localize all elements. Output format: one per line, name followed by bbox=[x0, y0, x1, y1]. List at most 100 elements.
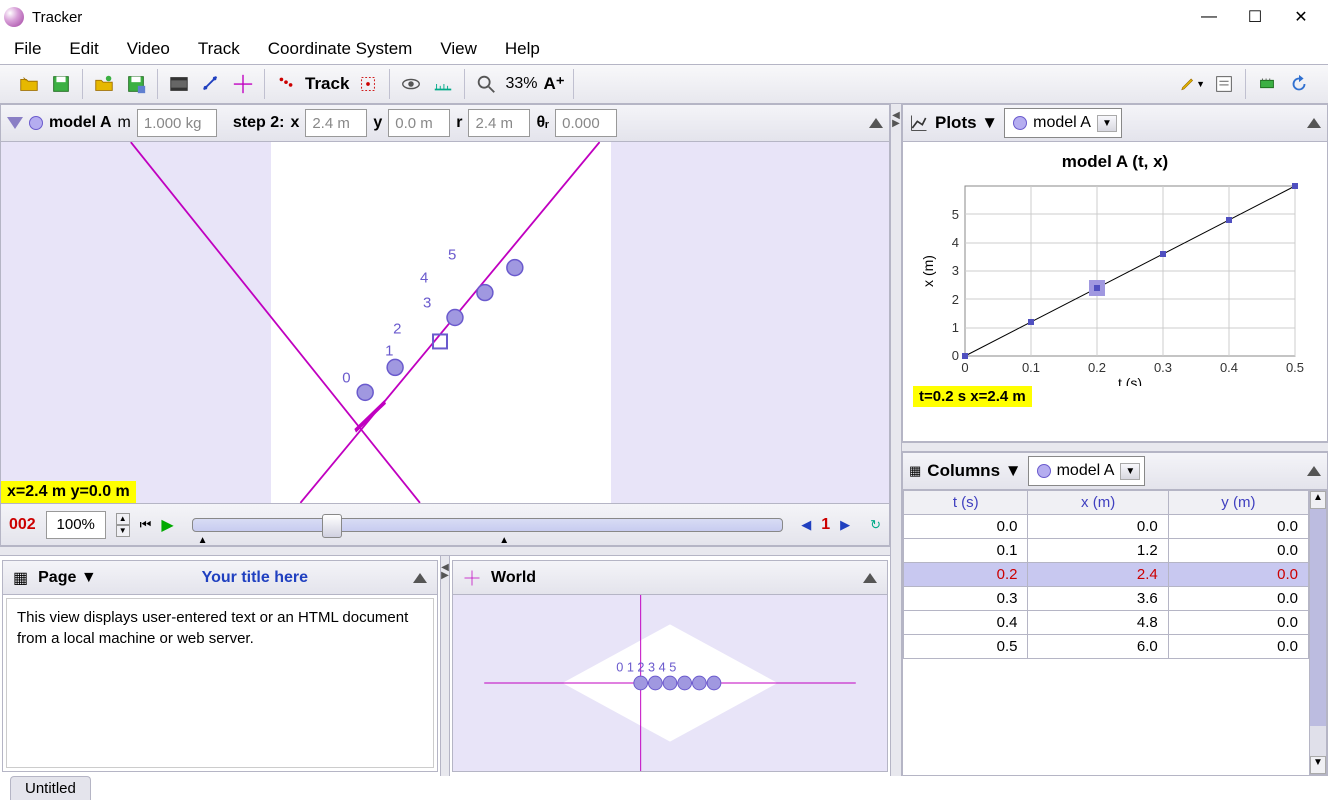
plot-icon bbox=[909, 113, 929, 133]
visibility-icon[interactable] bbox=[398, 71, 424, 97]
menubar: File Edit Video Track Coordinate System … bbox=[0, 34, 1328, 64]
open-project-icon[interactable] bbox=[91, 71, 117, 97]
menu-help[interactable]: Help bbox=[491, 35, 554, 63]
page-view-panel: ▦ Page ▼ Your title here This view displ… bbox=[2, 560, 438, 772]
track-name[interactable]: model A bbox=[49, 114, 112, 132]
new-track-icon[interactable] bbox=[273, 71, 299, 97]
world-label[interactable]: World bbox=[491, 569, 536, 587]
open-icon[interactable] bbox=[16, 71, 42, 97]
svg-text:2: 2 bbox=[393, 320, 401, 337]
plots-dropdown[interactable]: Plots ▼ bbox=[935, 113, 998, 133]
axes-icon[interactable] bbox=[230, 71, 256, 97]
plot-collapse-icon[interactable] bbox=[1307, 118, 1321, 128]
track-button[interactable]: Track bbox=[305, 74, 349, 94]
calibration-icon[interactable] bbox=[198, 71, 224, 97]
x-input[interactable] bbox=[305, 109, 367, 137]
play-button[interactable]: ▶ bbox=[161, 515, 173, 535]
table-row[interactable]: 0.56.00.0 bbox=[904, 635, 1309, 659]
main-splitter[interactable]: ◀▶ bbox=[890, 104, 902, 776]
plot-xlabel: t (s) bbox=[1118, 375, 1142, 386]
menu-video[interactable]: Video bbox=[113, 35, 184, 63]
zoom-level[interactable]: 33% bbox=[505, 75, 537, 93]
pencil-icon[interactable]: ▼ bbox=[1179, 71, 1205, 97]
document-tab[interactable]: Untitled bbox=[10, 776, 91, 800]
y-input[interactable] bbox=[388, 109, 450, 137]
svg-text:1: 1 bbox=[385, 342, 393, 359]
timeline-slider[interactable]: ▲ ▲ bbox=[192, 518, 784, 532]
loop-button[interactable]: ↻ bbox=[870, 517, 881, 533]
menu-track[interactable]: Track bbox=[184, 35, 254, 63]
page-title[interactable]: Your title here bbox=[107, 569, 403, 587]
step-back-button[interactable]: ◀ bbox=[801, 517, 811, 533]
columns-dropdown[interactable]: Columns ▼ bbox=[927, 461, 1021, 481]
frame-number: 002 bbox=[9, 516, 36, 534]
svg-text:3: 3 bbox=[952, 263, 959, 278]
ruler-icon[interactable] bbox=[430, 71, 456, 97]
play-rate[interactable]: 100% bbox=[46, 511, 106, 539]
refresh-icon[interactable] bbox=[1286, 71, 1312, 97]
step-fwd-button[interactable]: ▶ bbox=[840, 517, 850, 533]
table-row[interactable]: 0.44.80.0 bbox=[904, 611, 1309, 635]
rewind-button[interactable]: ⏮ bbox=[140, 517, 152, 533]
bottom-splitter[interactable]: ◀▶ bbox=[440, 556, 450, 776]
close-button[interactable]: ✕ bbox=[1278, 1, 1324, 33]
track-dropdown-icon[interactable] bbox=[7, 117, 23, 129]
page-dropdown[interactable]: Page ▼ bbox=[38, 569, 97, 587]
collapse-icon[interactable] bbox=[869, 118, 883, 128]
track-control-bar: model A m step 2: x y r θᵣ bbox=[0, 104, 890, 142]
svg-text:0.2: 0.2 bbox=[1088, 360, 1106, 375]
r-input[interactable] bbox=[468, 109, 530, 137]
autotracker-icon[interactable] bbox=[355, 71, 381, 97]
svg-text:0.4: 0.4 bbox=[1220, 360, 1238, 375]
table-row-selected[interactable]: 0.22.40.0 bbox=[904, 563, 1309, 587]
horizontal-splitter[interactable] bbox=[0, 546, 890, 556]
svg-text:5: 5 bbox=[952, 207, 959, 222]
plot-view[interactable]: model A (t, x) bbox=[902, 142, 1328, 442]
save-icon[interactable] bbox=[48, 71, 74, 97]
notes-icon[interactable] bbox=[1211, 71, 1237, 97]
table-row[interactable]: 0.11.20.0 bbox=[904, 539, 1309, 563]
world-collapse-icon[interactable] bbox=[863, 573, 877, 583]
save-project-icon[interactable] bbox=[123, 71, 149, 97]
window-titlebar: Tracker — ☐ ✕ bbox=[0, 0, 1328, 34]
svg-text:0.3: 0.3 bbox=[1154, 360, 1172, 375]
table-row[interactable]: 0.33.60.0 bbox=[904, 587, 1309, 611]
rate-spinner[interactable]: ▲▼ bbox=[116, 513, 130, 537]
page-collapse-icon[interactable] bbox=[413, 573, 427, 583]
table-row[interactable]: 0.00.00.0 bbox=[904, 515, 1309, 539]
page-content[interactable]: This view displays user-entered text or … bbox=[6, 598, 434, 768]
svg-text:4: 4 bbox=[952, 235, 959, 250]
menu-coord[interactable]: Coordinate System bbox=[254, 35, 427, 63]
col-header-x[interactable]: x (m) bbox=[1028, 491, 1168, 515]
svg-text:0 1 2 3 4 5: 0 1 2 3 4 5 bbox=[616, 659, 676, 674]
menu-file[interactable]: File bbox=[8, 35, 55, 63]
track-marker-icon bbox=[29, 116, 43, 130]
maximize-button[interactable]: ☐ bbox=[1232, 1, 1278, 33]
clip-settings-icon[interactable] bbox=[166, 71, 192, 97]
zoom-icon[interactable] bbox=[473, 71, 499, 97]
table-collapse-icon[interactable] bbox=[1307, 466, 1321, 476]
svg-text:0: 0 bbox=[961, 360, 968, 375]
main-video-view[interactable]: 0 1 2 3 4 5 x=2.4 m y=0.0 m bbox=[0, 142, 890, 504]
tab-bar: Untitled bbox=[0, 776, 1328, 800]
app-icon bbox=[4, 7, 24, 27]
minimize-button[interactable]: — bbox=[1186, 1, 1232, 33]
menu-view[interactable]: View bbox=[426, 35, 491, 63]
font-size-button[interactable]: A⁺ bbox=[543, 74, 564, 94]
mass-input[interactable] bbox=[137, 109, 217, 137]
x-label: x bbox=[290, 114, 299, 132]
right-splitter[interactable] bbox=[902, 442, 1328, 452]
plot-track-selector[interactable]: model A▼ bbox=[1004, 108, 1122, 138]
col-header-t[interactable]: t (s) bbox=[904, 491, 1028, 515]
menu-edit[interactable]: Edit bbox=[55, 35, 112, 63]
table-track-selector[interactable]: model A▼ bbox=[1028, 456, 1146, 486]
memory-icon[interactable] bbox=[1254, 71, 1280, 97]
svg-text:4: 4 bbox=[420, 270, 428, 287]
world-view[interactable]: 0 1 2 3 4 5 bbox=[453, 595, 887, 771]
world-view-panel: World 0 1 2 3 4 5 bbox=[452, 560, 888, 772]
col-header-y[interactable]: y (m) bbox=[1168, 491, 1308, 515]
window-title: Tracker bbox=[32, 9, 82, 26]
table-scrollbar[interactable]: ▲▼ bbox=[1309, 490, 1327, 775]
theta-input[interactable] bbox=[555, 109, 617, 137]
data-table[interactable]: t (s) x (m) y (m) 0.00.00.0 0.11.20.0 0.… bbox=[903, 490, 1309, 775]
